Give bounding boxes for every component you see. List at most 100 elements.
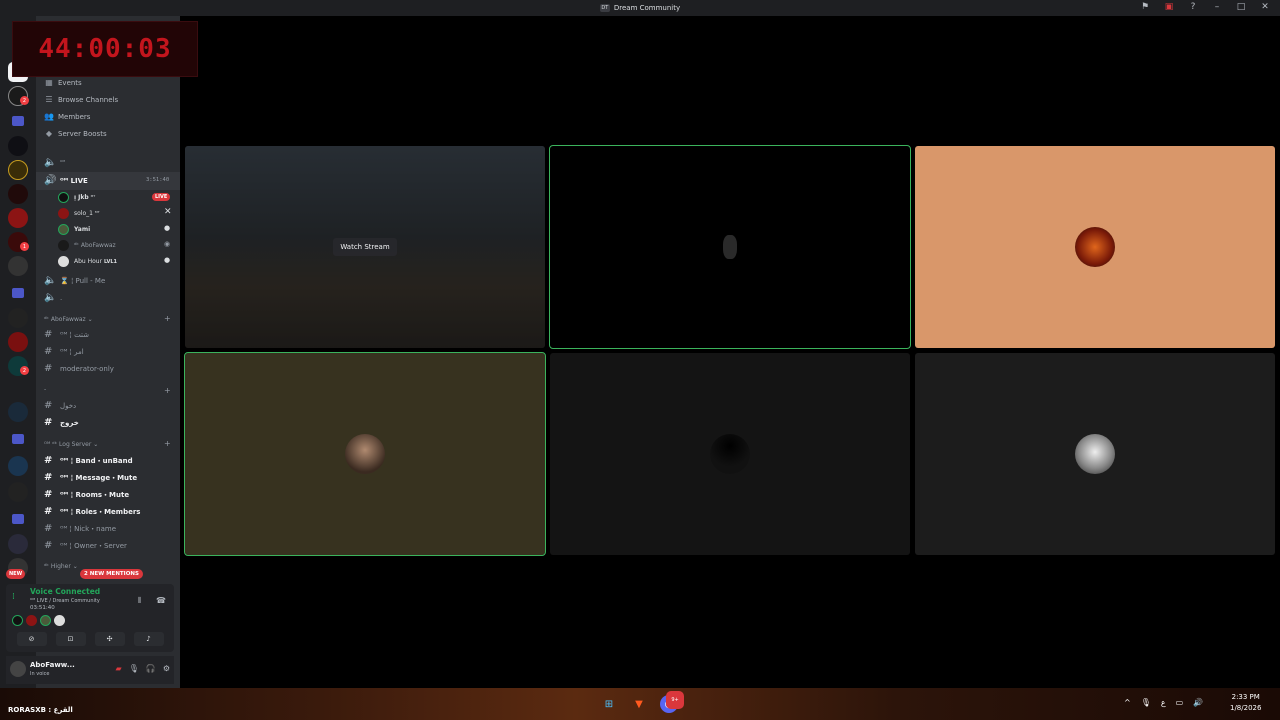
folder-icon[interactable] — [12, 116, 24, 126]
share-screen-button[interactable]: ⊡ — [55, 632, 86, 646]
hash-icon: # — [44, 506, 53, 517]
discord-icon[interactable]: ◉9+ — [660, 691, 684, 713]
camera-off-button[interactable]: ⊘ — [16, 632, 47, 646]
stream-tile[interactable]: Watch Stream — [185, 146, 545, 348]
app-icon: DT — [599, 4, 610, 12]
help-icon[interactable]: ? — [1186, 2, 1200, 12]
add-channel-icon[interactable]: + — [164, 439, 171, 448]
avatar — [710, 434, 750, 474]
microphone-icon[interactable]: 🎙 — [129, 664, 139, 673]
folder-icon[interactable] — [12, 434, 24, 444]
voice-connected-channel[interactable]: ᴼᴹ LIVE / Dream Community — [30, 598, 100, 604]
category-header[interactable]: ᴼᴹ ᵈᵏ Log Server ⌄ — [44, 441, 98, 448]
text-channel[interactable]: # ᴼᴹ ¦ Band・unBand — [44, 455, 133, 466]
voice-channel[interactable]: 🔈 ᴼᴹ — [44, 157, 65, 168]
server-icon[interactable] — [8, 256, 28, 276]
headphones-icon[interactable]: 🎧 — [146, 664, 156, 673]
voice-user[interactable]: Yami — [58, 224, 90, 235]
nav-events[interactable]: ▦ Events — [44, 78, 81, 87]
text-channel[interactable]: # ᴼᴹ ¦ امر — [44, 346, 84, 357]
avatar — [1075, 434, 1115, 474]
voice-user[interactable]: ᵈᵏ AboFawwaz — [58, 240, 116, 251]
add-channel-icon[interactable]: + — [164, 386, 171, 395]
language-indicator[interactable]: ع — [1161, 698, 1166, 707]
folder-icon[interactable] — [12, 514, 24, 524]
disconnect-icon[interactable]: ☎ — [156, 596, 166, 605]
minimize-button[interactable]: – — [1210, 2, 1224, 12]
voice-channel-live-label[interactable]: 🔊 ᴼᴹ LIVE — [44, 175, 88, 186]
text-channel[interactable]: # ᴼᴹ ¦ Nick・name — [44, 523, 116, 534]
new-badge[interactable]: NEW — [6, 569, 26, 579]
category-header[interactable]: - — [44, 386, 46, 393]
server-icon[interactable] — [8, 482, 28, 502]
participant-tile[interactable] — [915, 353, 1275, 555]
nav-server-boosts[interactable]: ◆ Server Boosts — [44, 129, 107, 138]
avatar[interactable] — [10, 661, 26, 677]
new-mentions-button[interactable]: 2 NEW MENTIONS — [80, 569, 143, 579]
noise-suppression-icon[interactable]: ⫴ — [138, 596, 141, 606]
server-icon[interactable] — [8, 332, 28, 352]
participant-tile[interactable] — [549, 145, 911, 349]
hash-icon: # — [44, 417, 53, 428]
close-button[interactable]: ✕ — [1258, 2, 1272, 12]
text-channel[interactable]: # ᴼᴹ ¦ Roles・Members — [44, 506, 140, 517]
category-header[interactable]: ᵈᵏ AboFawwaz ⌄ — [44, 316, 93, 323]
participant-tile[interactable] — [184, 352, 546, 556]
voice-user[interactable]: Abu Hour LVL1 — [58, 256, 117, 267]
user-name[interactable]: AboFaww... — [30, 661, 75, 669]
server-icon[interactable] — [8, 208, 28, 228]
voice-user[interactable]: ᴉ Jkb ᴹᵀ — [58, 192, 95, 203]
server-icon[interactable] — [8, 136, 28, 156]
title-bar: DT Dream Community ⚑ ▣ ? – □ ✕ — [0, 0, 1280, 16]
clock[interactable]: 2:33 PM 1/8/2026 — [1230, 692, 1261, 714]
start-icon[interactable]: ⊞ — [600, 695, 618, 713]
game-icon[interactable]: ▰ — [116, 664, 122, 673]
unread-badge: 2 — [20, 96, 29, 105]
nav-browse-channels[interactable]: ☰ Browse Channels — [44, 95, 118, 104]
clock-time: 2:33 PM — [1231, 693, 1260, 701]
category-header[interactable]: ᵈᵏ Higher ⌄ — [44, 563, 78, 570]
participant-tile[interactable] — [550, 353, 910, 555]
text-channel[interactable]: # moderator-only — [44, 363, 114, 374]
voice-channel[interactable]: 🔈 ⌛ ¦ Pull - Me — [44, 275, 105, 286]
server-icon[interactable] — [8, 456, 28, 476]
server-icon[interactable] — [8, 534, 28, 554]
screen-icon[interactable]: ▣ — [1162, 2, 1176, 12]
server-icon[interactable] — [8, 160, 28, 180]
server-icon[interactable] — [8, 308, 28, 328]
gear-icon[interactable]: ⚙ — [163, 664, 170, 673]
server-icon[interactable] — [8, 184, 28, 204]
soundboard-button[interactable]: ♪ — [133, 632, 164, 646]
avatar — [58, 224, 69, 235]
participant-tile[interactable] — [915, 146, 1275, 348]
avatar — [58, 240, 69, 251]
text-channel[interactable]: # ᴼᴹ ¦ Message・Mute — [44, 472, 137, 483]
text-channel[interactable]: # ᴼᴹ ¦ Owner・Server — [44, 540, 127, 551]
chevron-up-icon[interactable]: ^ — [1124, 698, 1131, 707]
server-icon[interactable] — [8, 402, 28, 422]
watch-stream-button[interactable]: Watch Stream — [333, 238, 397, 256]
activities-button[interactable]: ✣ — [94, 632, 125, 646]
inbox-icon[interactable]: ⚑ — [1138, 2, 1152, 12]
microphone-tray-icon[interactable]: 🎙 — [1141, 698, 1151, 707]
text-channel[interactable]: # ᴼᴹ ¦ شتت — [44, 329, 89, 340]
hash-icon: # — [44, 329, 53, 340]
chat-icon: ● — [164, 224, 171, 232]
avatar — [58, 192, 69, 203]
display-icon[interactable]: ▭ — [1176, 698, 1184, 707]
text-channel[interactable]: # ᴼᴹ ¦ Rooms・Mute — [44, 489, 129, 500]
folder-icon[interactable] — [12, 288, 24, 298]
volume-icon[interactable]: 🔊 — [1193, 698, 1203, 707]
countdown-timer: 44:00:03 — [12, 21, 198, 77]
browser-icon[interactable]: ▼ — [630, 695, 648, 713]
add-channel-icon[interactable]: + — [164, 314, 171, 323]
text-channel[interactable]: # دخول — [44, 400, 76, 411]
voice-user[interactable]: solo_1 ᴹᵀ — [58, 208, 100, 219]
speaker-icon: 🔈 — [44, 292, 57, 303]
nav-members[interactable]: 👥 Members — [44, 112, 90, 121]
clock-date: 1/8/2026 — [1230, 704, 1262, 712]
voice-channel[interactable]: 🔈. — [44, 292, 62, 303]
hash-icon: # — [44, 523, 53, 534]
maximize-button[interactable]: □ — [1234, 2, 1248, 12]
text-channel[interactable]: # خروج — [44, 417, 79, 428]
